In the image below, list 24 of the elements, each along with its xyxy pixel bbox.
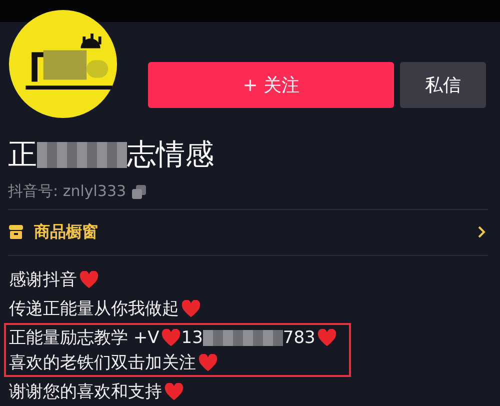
- copy-icon[interactable]: [132, 184, 146, 198]
- heart-icon: [161, 328, 182, 346]
- bio-text: 谢谢您的喜欢和支持: [9, 381, 162, 403]
- heart-icon: [164, 382, 184, 400]
- bio-text: 喜欢的老铁们双击加关注: [9, 352, 196, 374]
- bio-text: 传递正能量从你我做起: [9, 298, 179, 320]
- shop-window-link[interactable]: 商品橱窗: [34, 222, 98, 242]
- heart-icon: [79, 270, 99, 288]
- blur-mask-icon: [202, 330, 283, 346]
- bio-text: 正能量励志教学 +V: [9, 327, 160, 349]
- douyin-id: 抖音号: znlyl333: [8, 182, 126, 201]
- shop-icon: [8, 224, 24, 240]
- blur-mask-icon: [37, 142, 127, 168]
- bio-text: 783: [282, 328, 316, 348]
- follow-button[interactable]: + 关注: [148, 62, 394, 108]
- chevron-right-icon[interactable]: [478, 226, 486, 238]
- heart-icon: [198, 354, 218, 372]
- profile-name: 正: [8, 136, 37, 173]
- bio-text: 感谢抖音: [9, 269, 77, 291]
- message-button[interactable]: 私信: [400, 62, 486, 108]
- heart-icon: [181, 300, 201, 318]
- bio-text: 13: [181, 328, 203, 348]
- heart-icon: [317, 328, 338, 346]
- profile-name: 志情感: [127, 136, 214, 173]
